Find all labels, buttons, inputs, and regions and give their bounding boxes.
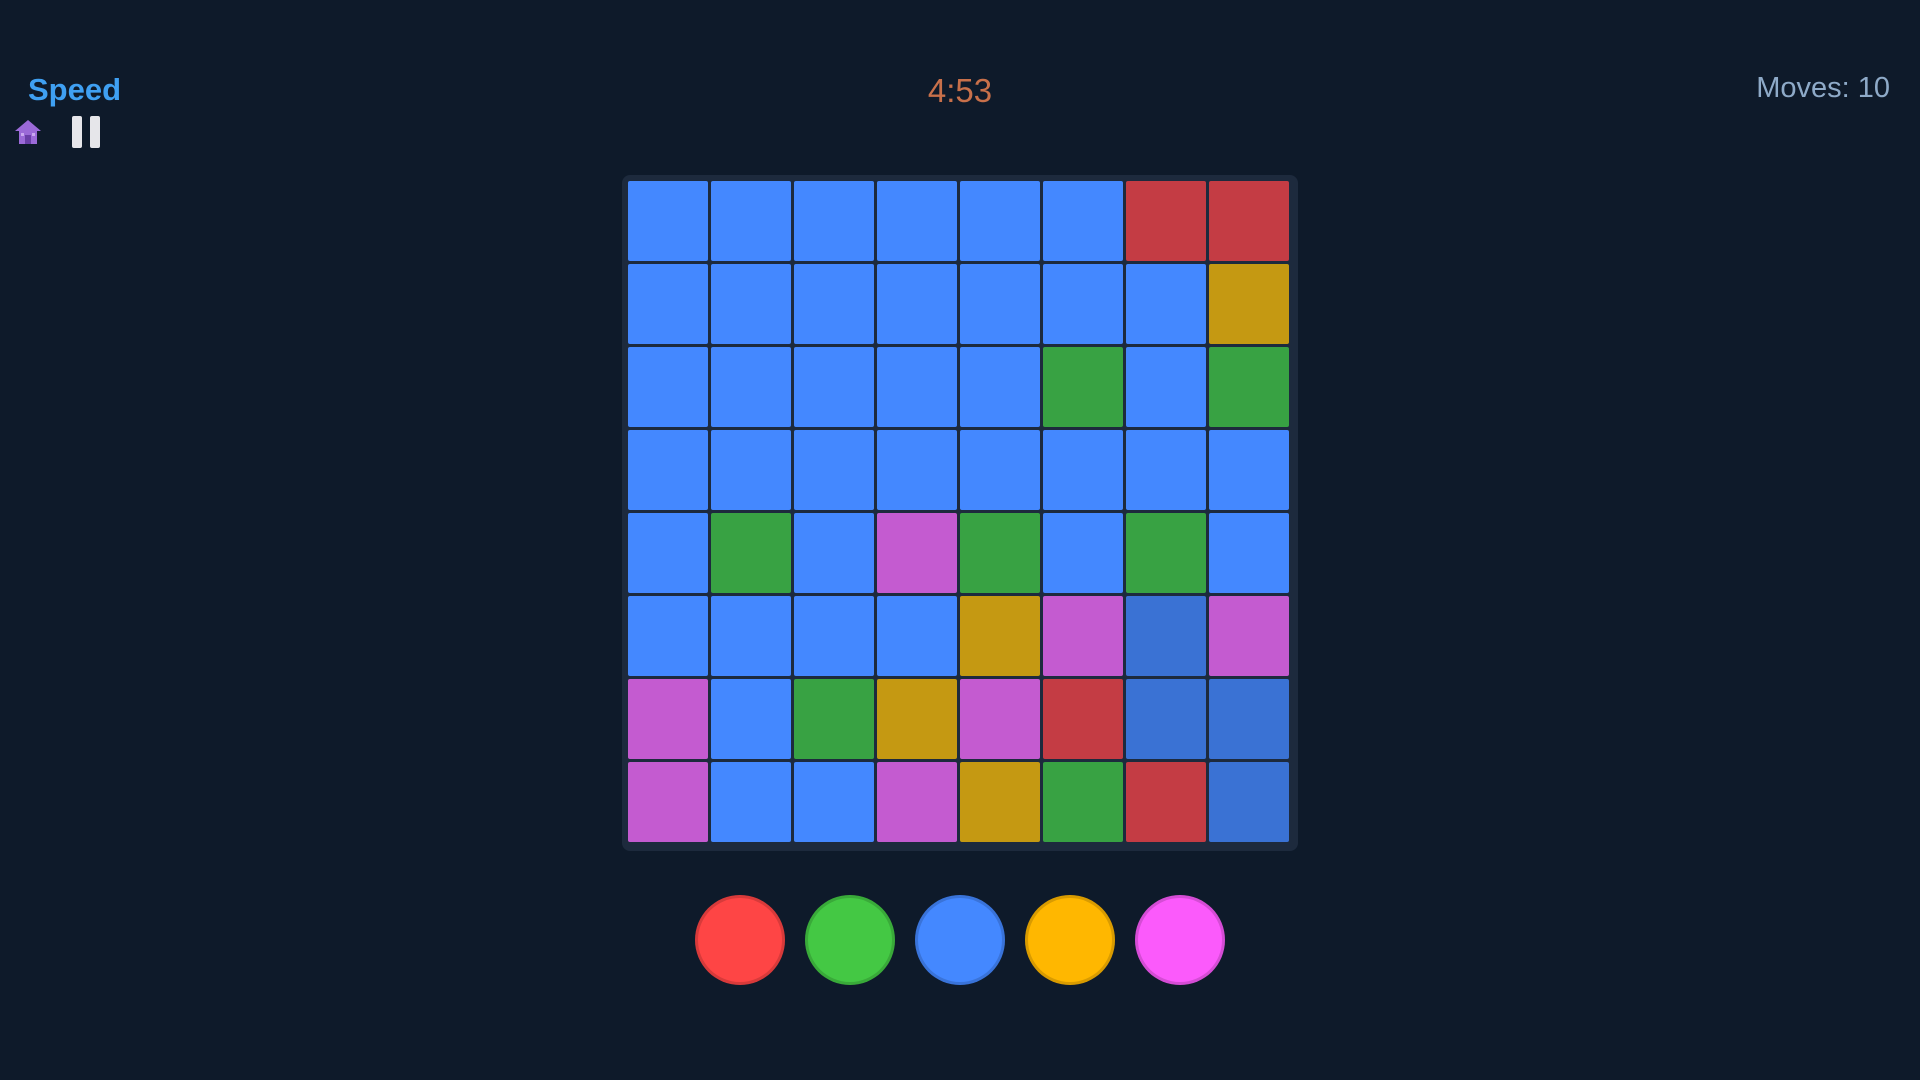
game-board (622, 175, 1298, 851)
board-cell (960, 430, 1040, 510)
board-cell (628, 513, 708, 593)
board-cell (1126, 181, 1206, 261)
board-cell (711, 347, 791, 427)
board-cell (877, 762, 957, 842)
board-cell (877, 181, 957, 261)
board-cell (794, 430, 874, 510)
board-cell (1209, 181, 1289, 261)
board-cell (877, 347, 957, 427)
pause-icon[interactable] (70, 116, 102, 150)
board-cell (1209, 264, 1289, 344)
board-cell (1043, 347, 1123, 427)
board-cell (794, 679, 874, 759)
board-cell (1209, 596, 1289, 676)
board-cell (960, 513, 1040, 593)
pause-bar-right (90, 116, 100, 148)
board-cell (1043, 596, 1123, 676)
board-cell (877, 596, 957, 676)
moves-counter: Moves: 10 (1756, 72, 1890, 104)
board-cell (628, 596, 708, 676)
board-cell (711, 762, 791, 842)
board-cell (1126, 430, 1206, 510)
board-cell (960, 264, 1040, 344)
board-cell (794, 181, 874, 261)
color-button-magenta[interactable] (1135, 895, 1225, 985)
pause-bar-left (72, 116, 82, 148)
color-button-blue[interactable] (915, 895, 1005, 985)
board-cell (1043, 679, 1123, 759)
board-cell (711, 679, 791, 759)
board-cell (794, 264, 874, 344)
board-cell (1126, 596, 1206, 676)
home-icon[interactable] (12, 116, 44, 148)
color-button-green[interactable] (805, 895, 895, 985)
board-cell (628, 181, 708, 261)
board-cell (960, 181, 1040, 261)
board-cell (1126, 264, 1206, 344)
board-cell (877, 264, 957, 344)
board-cell (711, 513, 791, 593)
board-cell (960, 762, 1040, 842)
board-cell (711, 596, 791, 676)
board-cell (877, 513, 957, 593)
board-cell (1209, 347, 1289, 427)
board-cell (794, 513, 874, 593)
board-cell (794, 596, 874, 676)
board-cell (1126, 347, 1206, 427)
board-cell (1043, 513, 1123, 593)
board-cell (1043, 430, 1123, 510)
color-button-orange[interactable] (1025, 895, 1115, 985)
board-cell (1126, 679, 1206, 759)
game-screen: Speed 4:53 Moves: 10 (0, 0, 1920, 1080)
board-cell (711, 264, 791, 344)
color-button-red[interactable] (695, 895, 785, 985)
timer: 4:53 (927, 72, 993, 109)
board-cell (711, 430, 791, 510)
board-cell (628, 430, 708, 510)
board-cell (794, 347, 874, 427)
board-cell (711, 181, 791, 261)
board-cell (877, 679, 957, 759)
board-cell (1043, 181, 1123, 261)
board-cell (628, 679, 708, 759)
board-cell (960, 347, 1040, 427)
board-cell (1043, 264, 1123, 344)
board-cell (960, 596, 1040, 676)
board-cell (628, 264, 708, 344)
color-palette (0, 895, 1920, 985)
board-cell (1126, 762, 1206, 842)
board-cell (1209, 513, 1289, 593)
board-cell (1209, 430, 1289, 510)
board-cell (628, 347, 708, 427)
board-cell (877, 430, 957, 510)
board-cell (960, 679, 1040, 759)
board-cell (1209, 762, 1289, 842)
board-cell (794, 762, 874, 842)
board-cell (1209, 679, 1289, 759)
board-cell (1043, 762, 1123, 842)
board-cell (1126, 513, 1206, 593)
board-cell (628, 762, 708, 842)
